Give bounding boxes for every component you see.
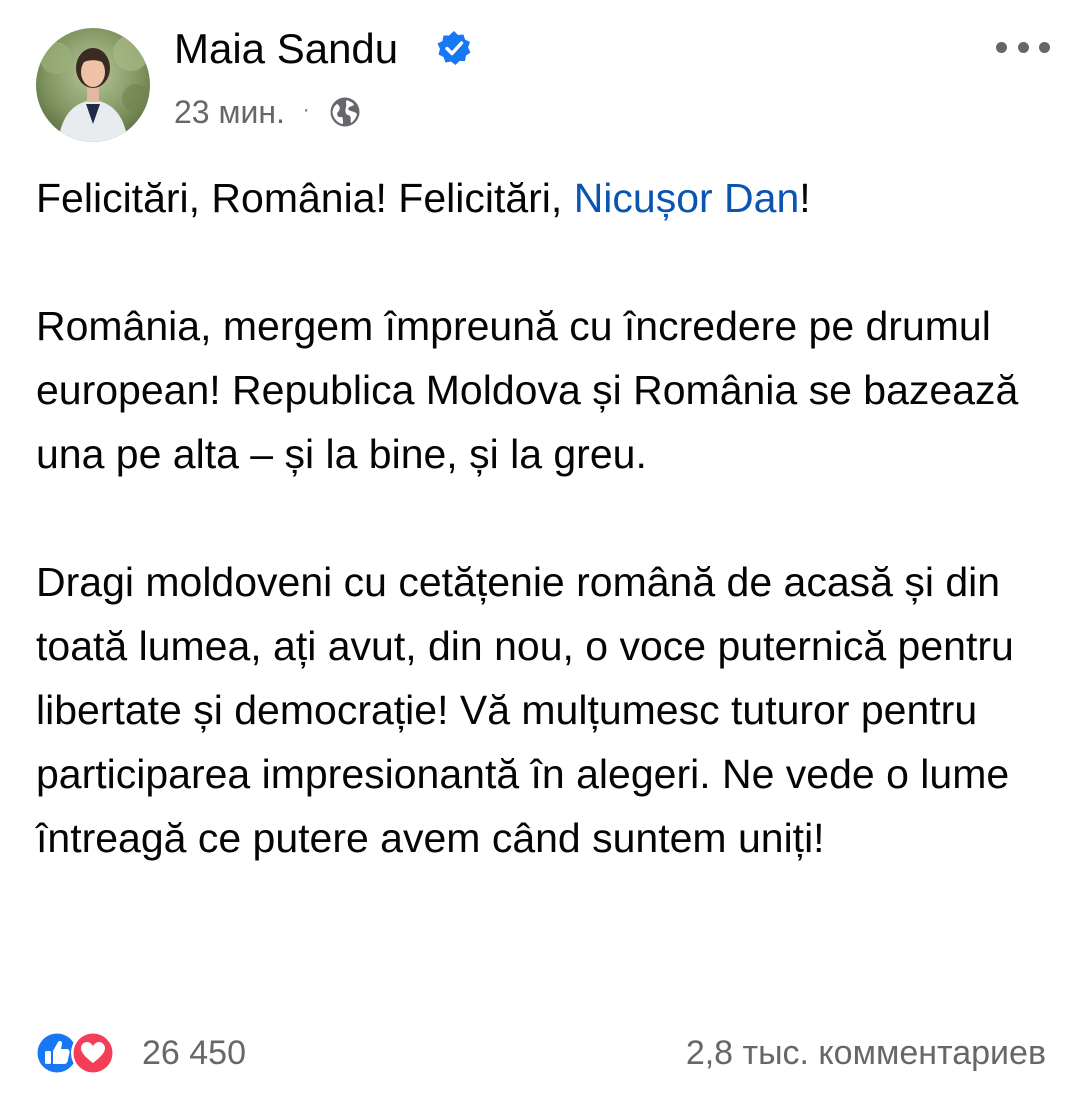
paragraph-text: ! (799, 175, 811, 221)
reaction-icons (34, 1030, 130, 1076)
globe-icon (330, 97, 360, 127)
post-paragraph: România, mergem împreună cu încredere pe… (36, 303, 1019, 477)
post-paragraph: Felicitări, România! Felicitări, Nicușor… (36, 166, 1046, 230)
avatar-image (36, 28, 150, 142)
post-timestamp[interactable]: 23 мин. (174, 94, 285, 131)
comments-count[interactable]: 2,8 тыс. комментариев (686, 1030, 1046, 1076)
author-name[interactable]: Maia Sandu (174, 22, 398, 76)
verified-badge-icon (437, 31, 471, 65)
mention-link[interactable]: Nicușor Dan (574, 175, 800, 221)
paragraph-text: Felicitări, România! Felicitări, (36, 175, 574, 221)
reaction-count: 26 450 (142, 1033, 246, 1072)
more-dot (1039, 41, 1050, 53)
post-meta: 23 мин. · (174, 90, 362, 134)
reactions-summary[interactable]: 26 450 (34, 1030, 246, 1076)
post-paragraph: Dragi moldoveni cu cetățenie română de a… (36, 559, 1014, 861)
meta-separator: · (302, 98, 310, 121)
post-text: Felicitări, România! Felicitări, Nicușor… (36, 166, 1046, 870)
more-dot (1017, 41, 1029, 53)
love-icon (71, 1031, 115, 1075)
more-dot (996, 41, 1007, 53)
more-options-icon[interactable] (996, 30, 1050, 64)
facebook-post: Maia Sandu 23 мин. · Felicitări, România… (0, 0, 1080, 1107)
author-avatar[interactable] (36, 28, 150, 142)
